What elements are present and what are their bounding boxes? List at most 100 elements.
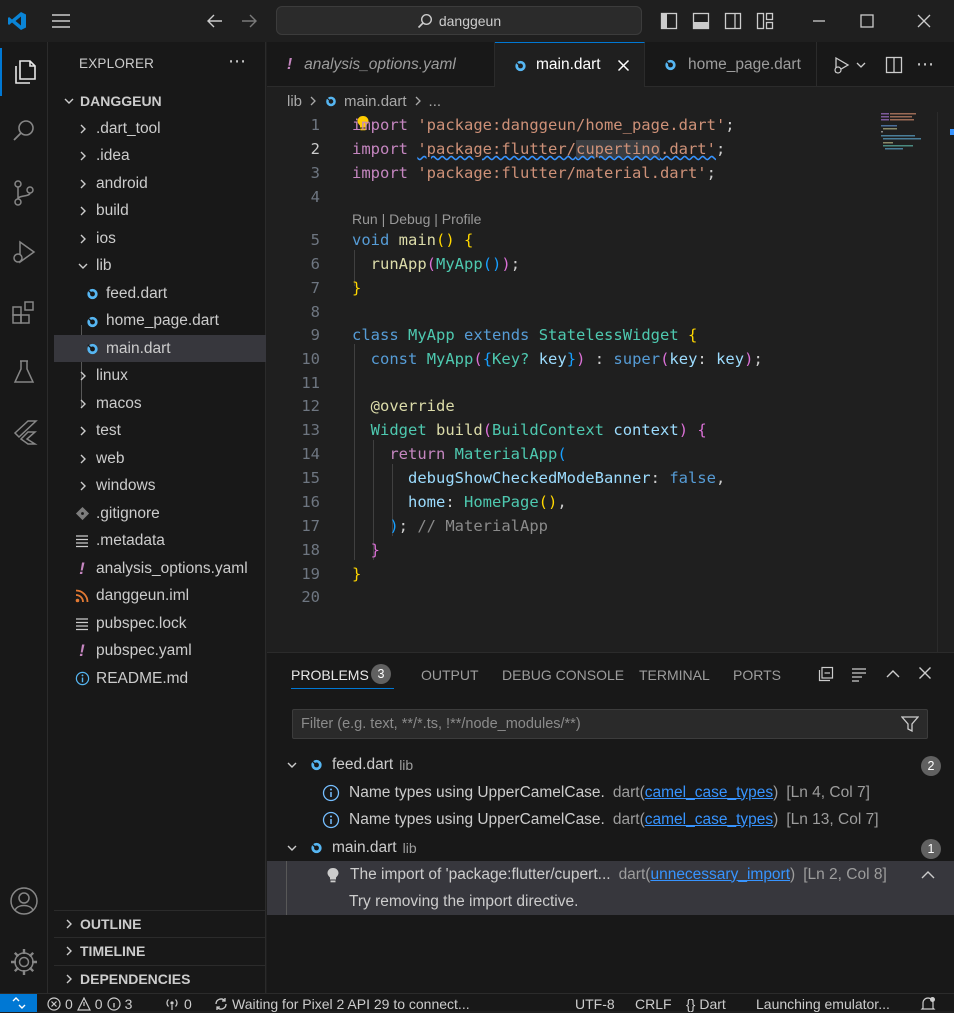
code-line-15: debugShowCheckedModeBanner: false,: [408, 469, 726, 487]
tab-ports[interactable]: PORTS: [733, 667, 781, 683]
testing-icon[interactable]: [0, 348, 48, 396]
emulator-status[interactable]: Launching emulator...: [756, 995, 890, 1013]
split-editor-icon[interactable]: [885, 56, 903, 74]
flutter-icon[interactable]: [0, 408, 48, 456]
rule-link[interactable]: unnecessary_import: [650, 866, 790, 884]
line-number: 16: [301, 493, 320, 511]
ports-status[interactable]: 0: [164, 995, 192, 1013]
problem-item[interactable]: Name types using UpperCamelCase. dart(ca…: [267, 806, 954, 833]
dependencies-section[interactable]: DEPENDENCIES: [54, 965, 266, 992]
more-tab-actions-icon[interactable]: ⋯: [916, 54, 934, 75]
folder-macos[interactable]: macos: [54, 390, 266, 417]
customize-layout-icon[interactable]: [754, 10, 776, 32]
maximize-panel-icon[interactable]: [885, 667, 901, 681]
line-number: 19: [301, 565, 320, 583]
filter-icon[interactable]: [901, 716, 919, 732]
maximize-icon[interactable]: [856, 10, 878, 32]
run-and-debug-icon[interactable]: [0, 228, 48, 276]
chevron-right-icon: [76, 204, 90, 218]
notifications-bell-icon[interactable]: [920, 995, 936, 1013]
tab-problems[interactable]: PROBLEMS: [291, 667, 369, 683]
minimize-icon[interactable]: [808, 10, 830, 32]
folder-android[interactable]: android: [54, 170, 266, 197]
menu-icon[interactable]: [50, 10, 72, 32]
folder-linux[interactable]: linux: [54, 363, 266, 390]
file-gitignore[interactable]: .gitignore: [54, 500, 266, 527]
close-window-icon[interactable]: [913, 10, 935, 32]
file-main-dart[interactable]: main.dart: [54, 335, 266, 362]
toggle-panel-icon[interactable]: [690, 10, 712, 32]
file-metadata[interactable]: .metadata: [54, 528, 266, 555]
outline-section[interactable]: OUTLINE: [54, 910, 266, 937]
file-readme-md[interactable]: README.md: [54, 665, 266, 692]
tree-item-label: lib: [96, 257, 112, 274]
tab-main-dart[interactable]: main.dart: [495, 42, 645, 87]
folder-windows[interactable]: windows: [54, 473, 266, 500]
folder-test[interactable]: test: [54, 418, 266, 445]
language-status[interactable]: {} Dart: [686, 995, 726, 1013]
run-debug-dropdown-icon[interactable]: [833, 55, 867, 75]
collapse-all-icon[interactable]: [818, 666, 834, 682]
folder-build[interactable]: build: [54, 198, 266, 225]
breadcrumb-file[interactable]: main.dart: [344, 93, 407, 110]
timeline-section[interactable]: TIMELINE: [54, 937, 266, 964]
file-home-page-dart[interactable]: home_page.dart: [54, 308, 266, 335]
close-tab-icon[interactable]: [617, 59, 630, 72]
tab-output[interactable]: OUTPUT: [421, 667, 479, 683]
close-panel-icon[interactable]: [918, 666, 932, 680]
remote-indicator-icon[interactable]: [0, 994, 37, 1012]
code-line-7: }: [352, 279, 362, 297]
codelens-run-debug-profile[interactable]: Run | Debug | Profile: [352, 211, 481, 227]
file-pubspec-lock[interactable]: pubspec.lock: [54, 610, 266, 637]
accounts-icon[interactable]: [0, 877, 48, 925]
toggle-secondary-sidebar-icon[interactable]: [722, 10, 744, 32]
file-danggeun-iml[interactable]: danggeun.iml: [54, 583, 266, 610]
command-center-search[interactable]: danggeun: [276, 6, 642, 35]
code-line-5: void main() {: [352, 231, 474, 249]
line-number: 6: [310, 255, 320, 273]
extensions-icon[interactable]: [0, 288, 48, 336]
minimap[interactable]: [879, 112, 923, 152]
collapse-detail-icon[interactable]: [920, 869, 936, 881]
task-status[interactable]: Waiting for Pixel 2 API 29 to connect...: [214, 995, 470, 1013]
tab-home-page-dart[interactable]: home_page.dart: [645, 42, 817, 87]
problem-group-feed-dart[interactable]: feed.dart lib: [267, 751, 954, 778]
folder-web[interactable]: web: [54, 445, 266, 472]
encoding-status[interactable]: UTF-8: [575, 995, 615, 1013]
project-root[interactable]: DANGGEUN: [54, 87, 266, 114]
line-number: 7: [310, 279, 320, 297]
problem-group-main-dart[interactable]: main.dart lib: [267, 834, 954, 861]
view-as-list-icon[interactable]: [851, 666, 867, 682]
tab-debug-console[interactable]: DEBUG CONSOLE: [502, 667, 624, 683]
toggle-primary-sidebar-icon[interactable]: [658, 10, 680, 32]
tree-item-label: .dart_tool: [96, 119, 161, 137]
back-arrow-icon[interactable]: [204, 10, 226, 32]
rule-link[interactable]: camel_case_types: [645, 811, 773, 829]
breadcrumb-folder[interactable]: lib: [287, 93, 302, 110]
tab-terminal[interactable]: TERMINAL: [639, 667, 710, 683]
file-pubspec-yaml[interactable]: ! pubspec.yaml: [54, 638, 266, 665]
rule-link[interactable]: camel_case_types: [645, 784, 773, 802]
problems-filter-input[interactable]: Filter (e.g. text, **/*.ts, !**/node_mod…: [292, 709, 928, 739]
folder-lib[interactable]: lib: [54, 253, 266, 280]
explorer-icon[interactable]: [0, 48, 48, 96]
file-feed-dart[interactable]: feed.dart: [54, 280, 266, 307]
code-editor[interactable]: 1 2 3 4 5 6 7 8 9 10 11 12 13 14 15 16 17 18 19 20 import '…: [267, 112, 954, 652]
file-analysis-options-yaml[interactable]: ! analysis_options.yaml: [54, 555, 266, 582]
info-icon: [322, 784, 340, 802]
folder-ios[interactable]: ios: [54, 225, 266, 252]
folder-idea[interactable]: .idea: [54, 143, 266, 170]
folder-dart-tool[interactable]: .dart_tool: [54, 115, 266, 142]
tab-analysis-options[interactable]: ! analysis_options.yaml: [267, 42, 495, 87]
problem-item[interactable]: Name types using UpperCamelCase. dart(ca…: [267, 779, 954, 806]
problems-status[interactable]: 0 0 3: [47, 995, 132, 1013]
problem-item-selected[interactable]: The import of 'package:flutter/cupert...…: [267, 861, 954, 888]
more-actions-icon[interactable]: ⋯: [228, 52, 246, 70]
manage-gear-icon[interactable]: [0, 938, 48, 986]
breadcrumb-symbol[interactable]: ...: [429, 93, 442, 110]
source-control-icon[interactable]: [0, 169, 48, 217]
forward-arrow-icon[interactable]: [238, 10, 260, 32]
search-activity-icon[interactable]: [0, 107, 48, 155]
line-number: 8: [310, 303, 320, 321]
eol-status[interactable]: CRLF: [635, 995, 672, 1013]
